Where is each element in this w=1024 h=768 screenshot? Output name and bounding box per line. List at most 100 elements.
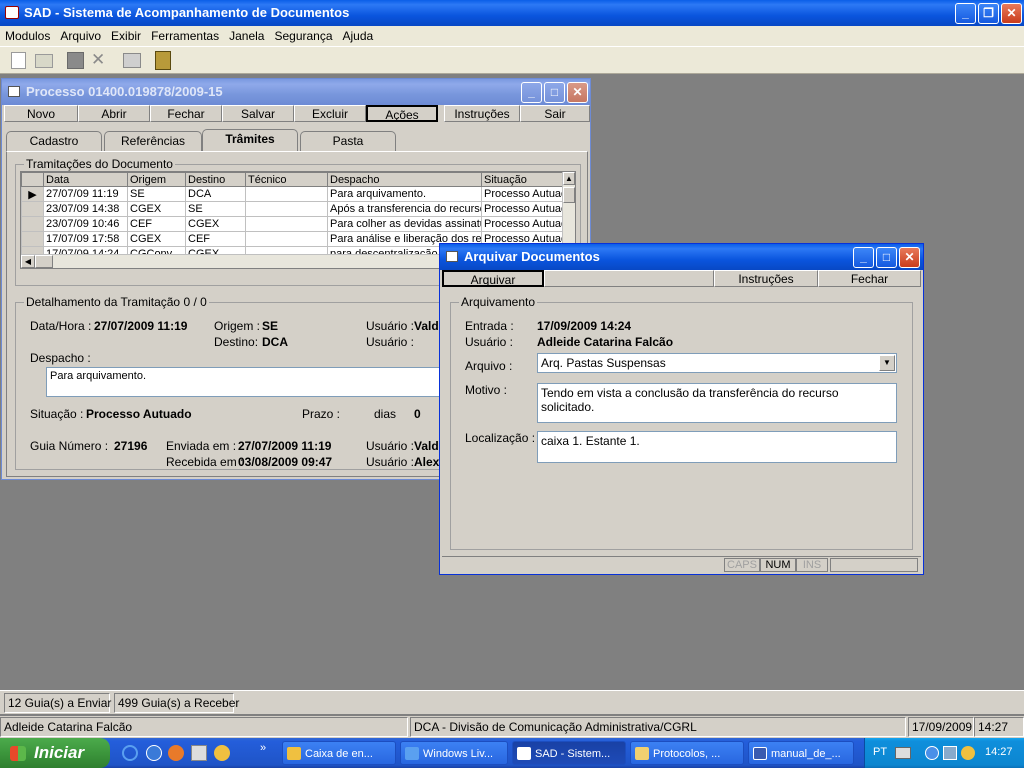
col-destino[interactable]: Destino [185,172,246,187]
save-icon[interactable] [67,52,84,69]
guia-label: Guia Número : [30,439,109,453]
table-row[interactable]: 23/07/09 10:46 CEF CGEX Para colher as d… [21,216,566,232]
situacao-value: Processo Autuado [86,407,192,421]
close-button[interactable]: ✕ [1001,3,1022,24]
ins-indicator: INS [796,558,828,572]
col-origem[interactable]: Origem [127,172,186,187]
situacao-label: Situação : [30,407,84,421]
scroll-left-icon[interactable]: ◀ [21,255,35,268]
status-date: 17/09/2009 [908,717,974,737]
cell-tecnico [245,186,328,202]
processo-title-bar[interactable]: Processo 01400.019878/2009-15 _ □ ✕ [2,79,590,105]
fechar-button[interactable]: Fechar [818,270,921,287]
open-icon[interactable] [35,54,53,68]
instrucoes-button[interactable]: Instruções [714,270,818,287]
cell-destino: CEF [185,231,246,247]
restore-button[interactable]: ❐ [978,3,999,24]
messenger-icon[interactable] [214,745,230,761]
network-icon[interactable] [943,746,957,760]
tab-referencias[interactable]: Referências [104,131,202,151]
menu-seguranca[interactable]: Segurança [269,26,337,46]
usuario-label: Usuário : [366,319,415,333]
maximize-button[interactable]: □ [876,247,897,268]
menu-ajuda[interactable]: Ajuda [338,26,379,46]
despacho-label: Despacho : [30,351,91,365]
col-tecnico[interactable]: Técnico [245,172,328,187]
abrir-button[interactable]: Abrir [78,105,150,122]
salvar-button[interactable]: Salvar [222,105,294,122]
clock[interactable]: 14:27 [985,746,1013,758]
app-icon [5,6,19,19]
mail-icon [287,747,301,760]
scroll-thumb[interactable] [563,187,575,203]
task-sad[interactable]: SAD - Sistem... [512,741,626,765]
task-windows-live[interactable]: Windows Liv... [400,741,508,765]
col-data[interactable]: Data [43,172,128,187]
fechar-button[interactable]: Fechar [150,105,222,122]
new-doc-icon[interactable] [11,52,26,69]
close-button[interactable]: ✕ [567,82,588,103]
localizacao-field[interactable]: caixa 1. Estante 1. [537,431,897,463]
task-protocolos[interactable]: Protocolos, ... [630,741,744,765]
cell-despacho: Para colher as devidas assinaturas [327,216,482,232]
delete-icon[interactable]: ✕ [91,50,105,70]
menu-janela[interactable]: Janela [224,26,269,46]
arquivamento-title: Arquivamento [459,295,538,309]
keyboard-icon[interactable] [895,747,911,759]
col-despacho[interactable]: Despacho [327,172,482,187]
menu-ferramentas[interactable]: Ferramentas [146,26,224,46]
scroll-thumb[interactable] [35,255,53,268]
arquivar-command-bar: Arquivar Instruções Fechar [442,270,921,288]
row-indicator [21,216,44,232]
tab-pasta[interactable]: Pasta [300,131,396,151]
table-row[interactable]: ▶ 27/07/09 11:19 SE DCA Para arquivament… [21,186,566,202]
quicklaunch-icon[interactable] [146,745,162,761]
app-title-bar[interactable]: SAD - Sistema de Acompanhamento de Docum… [0,0,1024,26]
scroll-up-icon[interactable]: ▲ [563,172,575,185]
menu-arquivo[interactable]: Arquivo [55,26,106,46]
task-caixa-entrada[interactable]: Caixa de en... [282,741,396,765]
table-row[interactable]: 23/07/09 14:38 CGEX SE Após a transferen… [21,201,566,217]
arquivamento-group: Arquivamento Entrada : 17/09/2009 14:24 … [450,295,913,550]
language-indicator[interactable]: PT [873,746,887,758]
exit-icon[interactable] [155,51,171,70]
app-quicklaunch-icon[interactable] [191,745,207,761]
print-icon[interactable] [123,53,141,68]
usuario-rec-label: Usuário : [366,455,415,469]
processo-title: Processo 01400.019878/2009-15 [26,84,223,99]
minimize-button[interactable]: _ [521,82,542,103]
menu-exibir[interactable]: Exibir [106,26,146,46]
acoes-button[interactable]: Ações [366,105,438,122]
col-situacao[interactable]: Situação [481,172,566,187]
cell-data: 27/07/09 11:19 [43,186,128,202]
close-button[interactable]: ✕ [899,247,920,268]
motivo-field[interactable]: Tendo em vista a conclusão da transferên… [537,383,897,423]
chevron-down-icon[interactable]: ▼ [879,355,895,371]
excluir-button[interactable]: Excluir [294,105,366,122]
firefox-icon[interactable] [168,745,184,761]
ie-icon[interactable] [122,745,138,761]
arquivo-select[interactable]: Arq. Pastas Suspensas ▼ [537,353,897,373]
minimize-button[interactable]: _ [955,3,976,24]
chevron-right-icon[interactable]: » [260,742,266,754]
instrucoes-button[interactable]: Instruções [444,105,520,122]
tab-tramites[interactable]: Trâmites [202,129,298,151]
arquivar-title-bar[interactable]: Arquivar Documentos _ □ ✕ [440,244,923,270]
entrada-label: Entrada : [465,319,514,333]
maximize-button[interactable]: □ [544,82,565,103]
guias-receber[interactable]: 499 Guia(s) a Receber [114,693,239,713]
tab-cadastro[interactable]: Cadastro [6,131,102,151]
folder-icon [635,747,649,760]
minimize-button[interactable]: _ [853,247,874,268]
back-icon[interactable] [925,746,939,760]
guias-enviar[interactable]: 12 Guia(s) a Enviar [4,693,111,713]
tray-app-icon[interactable] [961,746,975,760]
arquivo-label: Arquivo : [465,359,513,373]
arquivar-button[interactable]: Arquivar [442,270,544,287]
sair-button[interactable]: Sair [520,105,590,122]
novo-button[interactable]: Novo [4,105,78,122]
menu-modulos[interactable]: Modulos [0,26,55,46]
start-button[interactable]: Iniciar [0,738,110,768]
task-manual[interactable]: manual_de_... [748,741,854,765]
arquivo-value: Arq. Pastas Suspensas [541,356,666,370]
